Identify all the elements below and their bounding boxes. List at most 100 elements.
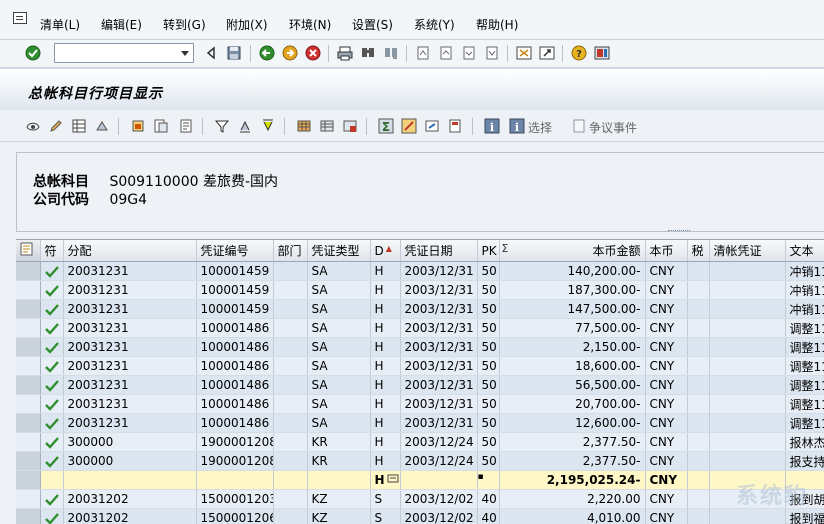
col-status[interactable]: 符	[40, 240, 64, 262]
col-text[interactable]: 文本	[785, 240, 824, 262]
menu-item-extras[interactable]: 附加(X)	[226, 16, 268, 33]
row-selector[interactable]	[16, 508, 41, 524]
sort-descending-icon[interactable]	[260, 118, 276, 134]
column-settings-icon[interactable]	[16, 240, 38, 258]
menu-icon[interactable]	[13, 12, 27, 24]
command-field[interactable]	[54, 43, 194, 63]
col-clearing-doc[interactable]: 清帐凭证	[709, 240, 786, 262]
grid-layout-icon[interactable]	[296, 118, 312, 134]
currency-cell: CNY	[645, 451, 688, 471]
table-row[interactable]: 300000 1900001208 KR H 2003/12/24 50 2,377.50-…	[16, 432, 824, 452]
row-selector[interactable]	[16, 375, 41, 395]
chevron-down-icon[interactable]	[181, 51, 189, 56]
row-selector[interactable]	[16, 394, 41, 414]
row-selector[interactable]	[16, 413, 41, 433]
save-icon[interactable]	[226, 45, 242, 61]
sort-ascending-icon[interactable]	[237, 118, 253, 134]
row-selector[interactable]	[16, 451, 41, 471]
subtotal-level-icon[interactable]	[387, 474, 399, 484]
select-layout-icon[interactable]	[71, 118, 87, 134]
shortcut-icon[interactable]	[539, 45, 555, 61]
filter-icon[interactable]	[214, 118, 230, 134]
splitter-grip[interactable]	[668, 230, 690, 232]
new-session-icon[interactable]	[516, 45, 532, 61]
display-document-icon[interactable]	[25, 118, 41, 134]
find-next-icon[interactable]	[383, 45, 399, 61]
menu-item-environment[interactable]: 环境(N)	[289, 16, 331, 33]
table-row[interactable]: 20031231 100001486 SA H 2003/12/31 50 20,700.0…	[16, 394, 824, 414]
find-icon[interactable]	[360, 45, 376, 61]
table-row[interactable]: 20031202 1500001206 KZ S 2003/12/02 40 4,010.0…	[16, 508, 824, 524]
select-button-label[interactable]: 选择	[528, 119, 552, 136]
table-row[interactable]: 20031231 100001486 SA H 2003/12/31 50 56,500.0…	[16, 375, 824, 395]
print-icon[interactable]	[337, 45, 353, 61]
choose-layout-icon[interactable]	[319, 118, 335, 134]
cancel-icon[interactable]	[305, 45, 321, 61]
menu-item-help[interactable]: 帮助(H)	[476, 16, 518, 33]
doc-type-cell: SA	[307, 413, 371, 433]
change-pencil-icon[interactable]	[48, 118, 64, 134]
row-selector[interactable]	[16, 432, 41, 452]
row-selector[interactable]	[16, 318, 41, 338]
previous-page-icon[interactable]	[438, 45, 454, 61]
detail-icon[interactable]	[178, 118, 194, 134]
col-doc-type[interactable]: 凭证类型	[307, 240, 371, 262]
back-triangle-icon[interactable]	[203, 45, 219, 61]
table-row[interactable]: 300000 1900001208 KR H 2003/12/24 50 2,377.50-…	[16, 451, 824, 471]
help-icon[interactable]: ?	[571, 45, 587, 61]
table-row[interactable]: 20031231 100001459 SA H 2003/12/31 50 187,300.…	[16, 280, 824, 300]
row-selector[interactable]	[16, 280, 41, 300]
table-row[interactable]: 20031231 100001459 SA H 2003/12/31 50 147,500.…	[16, 299, 824, 319]
col-currency[interactable]: 本币	[645, 240, 688, 262]
table-row[interactable]: 20031231 100001486 SA H 2003/12/31 50 77,500.0…	[16, 318, 824, 338]
col-tax[interactable]: 税	[687, 240, 710, 262]
table-row[interactable]: 20031231 100001486 SA H 2003/12/31 50 12,600.0…	[16, 413, 824, 433]
menu-item-settings[interactable]: 设置(S)	[352, 16, 393, 33]
info-icon[interactable]: i	[484, 118, 500, 134]
select-info-icon[interactable]: i	[509, 118, 525, 134]
save-layout-icon[interactable]	[342, 118, 358, 134]
export-icon[interactable]	[424, 118, 440, 134]
back-icon[interactable]	[259, 45, 275, 61]
document-overview-icon[interactable]	[153, 118, 169, 134]
row-selector[interactable]	[16, 299, 41, 319]
col-doc-date[interactable]: 凭证日期	[400, 240, 478, 262]
next-page-icon[interactable]	[461, 45, 477, 61]
total-sigma-icon[interactable]: Σ	[378, 118, 394, 134]
open-items-icon[interactable]	[130, 118, 146, 134]
check-icon	[44, 341, 59, 354]
table-row[interactable]: 20031202 1500001203 KZ S 2003/12/02 40 2,220.0…	[16, 489, 824, 509]
col-amount[interactable]: Σ 本币金额	[499, 240, 646, 262]
first-page-icon[interactable]	[415, 45, 431, 61]
row-selector[interactable]	[16, 356, 41, 376]
col-debit-credit[interactable]: D ▲	[370, 240, 401, 262]
row-selector[interactable]	[16, 470, 41, 490]
subtotal-icon[interactable]	[401, 118, 417, 134]
table-row[interactable]: 20031231 100001459 SA H 2003/12/31 50 140,200.…	[16, 261, 824, 281]
enter-check-icon[interactable]	[25, 45, 41, 61]
row-selector[interactable]	[16, 261, 41, 281]
menu-item-goto[interactable]: 转到(G)	[163, 16, 206, 33]
dispute-case-button-label[interactable]: 争议事件	[589, 119, 637, 136]
text-cell: 调整11	[785, 394, 824, 414]
print-preview-icon[interactable]	[447, 118, 463, 134]
row-selector[interactable]	[16, 489, 41, 509]
col-doc-no[interactable]: 凭证编号	[196, 240, 274, 262]
dept-cell	[273, 299, 308, 319]
menu-item-list[interactable]: 清单(L)	[40, 16, 80, 33]
menu-item-edit[interactable]: 编辑(E)	[101, 16, 142, 33]
col-posting-key[interactable]: PK	[477, 240, 500, 262]
customize-layout-icon[interactable]	[594, 45, 610, 61]
table-row[interactable]: 20031231 100001486 SA H 2003/12/31 50 2,150.00…	[16, 337, 824, 357]
currency-cell: CNY	[645, 299, 688, 319]
exit-icon[interactable]	[282, 45, 298, 61]
col-dept[interactable]: 部门	[273, 240, 308, 262]
balance-icon[interactable]	[94, 118, 110, 134]
select-all-cell[interactable]	[16, 240, 41, 262]
last-page-icon[interactable]	[484, 45, 500, 61]
row-selector[interactable]	[16, 337, 41, 357]
menu-item-system[interactable]: 系统(Y)	[414, 16, 455, 33]
table-row[interactable]: 20031231 100001486 SA H 2003/12/31 50 18,600.0…	[16, 356, 824, 376]
dispute-document-icon[interactable]	[571, 118, 587, 134]
col-assignment[interactable]: 分配	[63, 240, 197, 262]
